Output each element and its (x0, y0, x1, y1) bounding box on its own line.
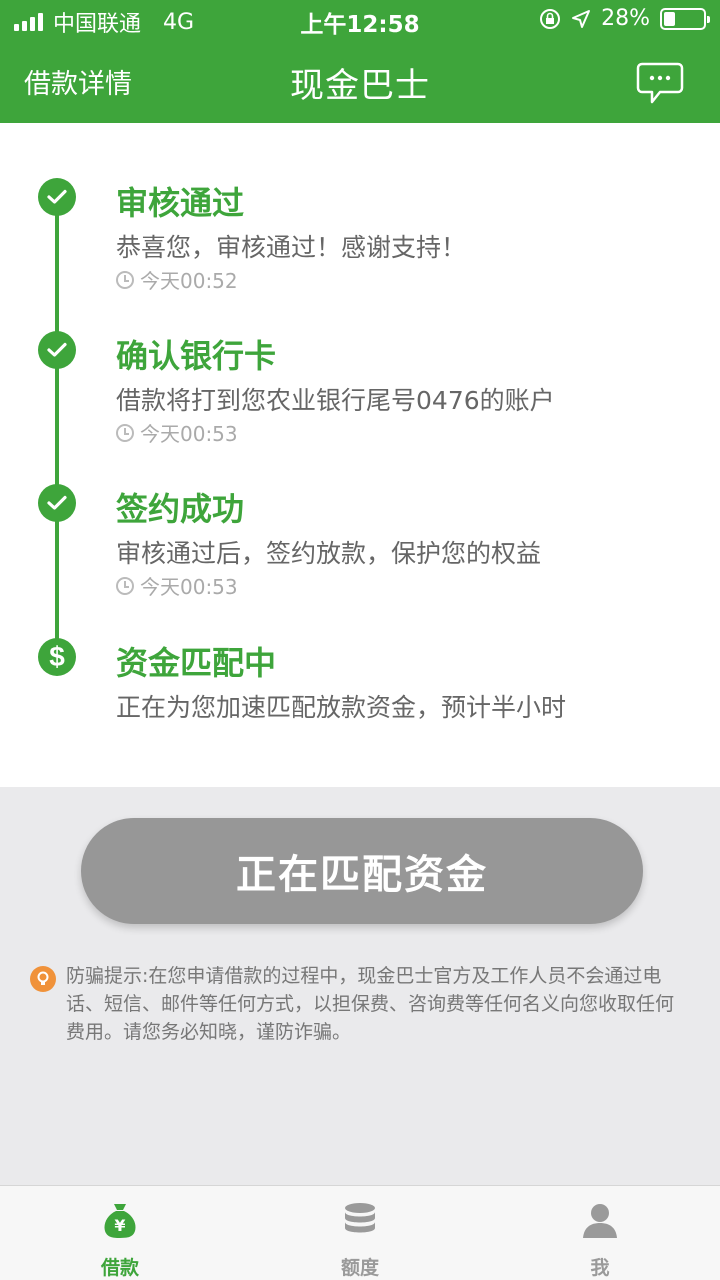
coins-stack-icon (345, 1203, 375, 1233)
step-time: 今天00:53 (116, 418, 238, 447)
step-title: 确认银行卡 (116, 337, 277, 375)
page-title: 现金巴士 (290, 66, 430, 106)
battery-icon (660, 7, 710, 30)
timeline-line (55, 198, 59, 658)
tab-label: 我 (590, 1257, 610, 1279)
tab-quota[interactable]: 额度 (240, 1186, 480, 1280)
step-time: 今天00:53 (116, 571, 238, 600)
step-time-text: 今天00:52 (140, 269, 238, 293)
chat-icon[interactable] (636, 60, 684, 106)
progress-card: 审核通过 恭喜您，审核通过！感谢支持！ 今天00:52 确认银行卡 借款将打到您… (0, 123, 720, 787)
matching-funds-button[interactable]: 正在匹配资金 (81, 818, 643, 924)
tab-me[interactable]: 我 (480, 1186, 720, 1280)
money-bag-icon: ¥ (104, 1204, 136, 1238)
clock-icon (116, 270, 134, 289)
step-desc: 借款将打到您农业银行尾号0476的账户 (116, 386, 555, 415)
dollar-icon: $ (38, 638, 76, 676)
step-desc: 恭喜您，审核通过！感谢支持！ (116, 233, 467, 262)
svg-text:¥: ¥ (114, 1216, 125, 1235)
status-right: 28% (539, 6, 710, 31)
tab-label: 额度 (340, 1257, 379, 1279)
tab-bar: ¥ 借款 额度 我 (0, 1185, 720, 1280)
top-bar: 中国联通 4G 上午12:58 28% 借款详情 现金巴士 (0, 0, 720, 123)
check-icon (38, 178, 76, 216)
user-icon (583, 1204, 617, 1238)
check-icon (38, 484, 76, 522)
status-bar: 中国联通 4G 上午12:58 28% (0, 0, 720, 40)
step-title: 签约成功 (116, 490, 245, 528)
check-icon (38, 331, 76, 369)
step-time-text: 今天00:53 (140, 422, 238, 446)
tab-label: 借款 (100, 1257, 139, 1279)
clock-icon (116, 423, 134, 442)
anti-fraud-notice: 防骗提示:在您申请借款的过程中，现金巴士官方及工作人员不会通过电话、短信、邮件等… (66, 965, 675, 1043)
step-time: 今天00:52 (116, 265, 238, 294)
tab-loan[interactable]: ¥ 借款 (0, 1186, 240, 1280)
step-time-text: 今天00:53 (140, 575, 238, 599)
step-desc: 正在为您加速匹配放款资金，预计半小时 (116, 693, 567, 722)
battery-percent: 28% (601, 6, 650, 31)
rotation-lock-icon (540, 8, 561, 29)
step-title: 审核通过 (116, 184, 245, 222)
step-desc: 审核通过后，签约放款，保护您的权益 (116, 539, 542, 568)
location-icon (572, 9, 591, 28)
clock-icon (116, 576, 134, 595)
lightbulb-icon (30, 966, 56, 992)
step-title: 资金匹配中 (116, 644, 277, 682)
